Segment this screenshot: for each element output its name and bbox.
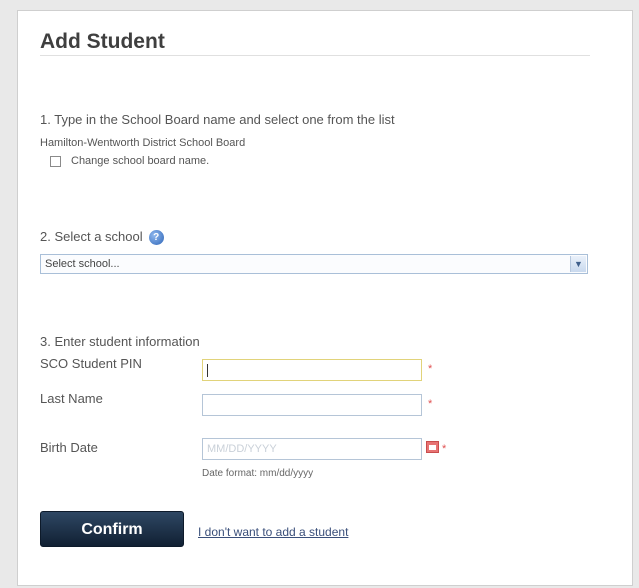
chevron-down-icon[interactable]: ▼ [570,256,586,272]
page-title: Add Student [40,30,165,53]
step2-heading-row: 2. Select a school? [40,229,164,246]
cancel-add-student-link[interactable]: I don't want to add a student [198,525,348,539]
change-board-checkbox[interactable] [50,155,61,167]
birth-date-label: Birth Date [40,440,98,455]
birth-date-placeholder: MM/DD/YYYY [207,443,277,455]
student-pin-input[interactable] [202,359,422,381]
last-name-label: Last Name [40,391,103,406]
help-icon[interactable]: ? [148,230,164,246]
step3-heading: 3. Enter student information [40,334,200,349]
title-divider [40,55,590,56]
last-name-required-marker: * [428,398,433,410]
school-select[interactable]: Select school... ▼ [40,254,588,274]
calendar-icon[interactable] [426,441,439,453]
pin-required-marker: * [428,363,433,375]
change-board-row[interactable]: Change school board name. [50,155,209,167]
step2-heading: 2. Select a school [40,229,143,244]
last-name-input[interactable] [202,394,422,416]
pin-label: SCO Student PIN [40,356,142,371]
step1-heading: 1. Type in the School Board name and sel… [40,112,395,127]
add-student-panel [17,10,633,586]
birth-date-required-marker: * [442,443,447,455]
school-board-name: Hamilton-Wentworth District School Board [40,137,246,149]
school-select-value[interactable]: Select school... [45,258,120,270]
change-board-label[interactable]: Change school board name. [71,155,209,167]
birth-date-input[interactable]: MM/DD/YYYY [202,438,422,460]
text-cursor [207,364,208,377]
confirm-button[interactable]: Confirm [40,511,184,547]
date-format-hint: Date format: mm/dd/yyyy [202,468,314,479]
